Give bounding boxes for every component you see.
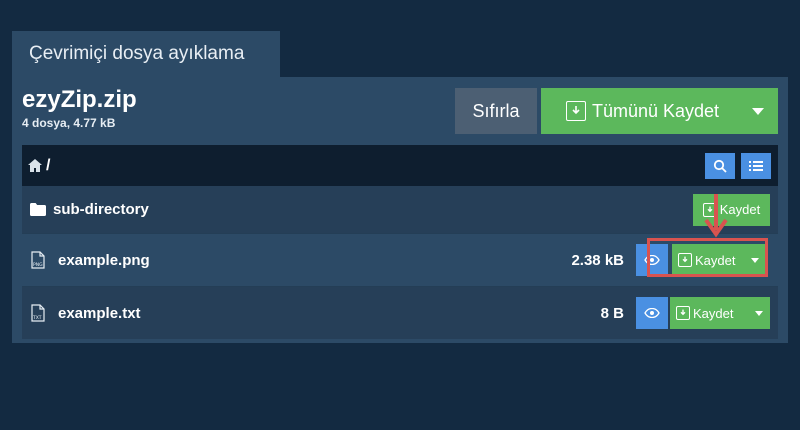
download-icon <box>702 202 717 217</box>
caret-down-icon <box>752 107 764 115</box>
download-icon <box>678 253 692 267</box>
archive-name: ezyZip.zip <box>22 86 137 113</box>
preview-button[interactable] <box>636 297 668 329</box>
save-file-button[interactable]: Kaydet <box>672 244 766 276</box>
search-button[interactable] <box>705 153 735 179</box>
save-label: Kaydet <box>719 202 761 217</box>
save-all-label: Tümünü Kaydet <box>591 100 720 121</box>
archive-meta: 4 dosya, 4.77 kB <box>22 116 116 130</box>
folder-icon <box>30 203 46 216</box>
png-file-icon: PNG <box>30 251 46 269</box>
eye-icon <box>644 255 660 265</box>
path-bar: / <box>22 145 778 186</box>
table-row[interactable]: PNG example.png 2.38 kB Kaydet <box>22 233 778 286</box>
list-view-button[interactable] <box>741 153 771 179</box>
save-label: Kaydet <box>695 252 736 268</box>
current-path: / <box>46 156 51 174</box>
save-all-dropdown[interactable] <box>738 107 778 115</box>
table-row[interactable]: TXT example.txt 8 B Kaydet <box>22 286 778 339</box>
caret-down-icon <box>755 310 763 316</box>
save-folder-button[interactable]: Kaydet <box>693 193 770 226</box>
save-label: Kaydet <box>693 305 734 321</box>
reset-button[interactable]: Sıfırla <box>455 88 537 134</box>
file-size: 8 B <box>600 304 624 322</box>
file-table: / sub-directory Kaydet PNG example.png 2… <box>22 145 778 339</box>
search-icon <box>713 159 727 173</box>
txt-file-icon: TXT <box>30 304 46 322</box>
download-icon <box>565 101 586 121</box>
svg-text:PNG: PNG <box>33 262 43 268</box>
page-tab: Çevrimiçi dosya ayıklama <box>12 31 280 77</box>
table-row[interactable]: sub-directory Kaydet <box>22 186 778 233</box>
row-name[interactable]: example.txt <box>58 305 141 322</box>
file-size: 2.38 kB <box>571 251 624 269</box>
eye-icon <box>644 308 660 318</box>
row-name[interactable]: example.png <box>58 252 150 269</box>
preview-button[interactable] <box>636 244 668 276</box>
list-icon <box>749 161 763 171</box>
archive-panel: ezyZip.zip 4 dosya, 4.77 kB Sıfırla Tümü… <box>12 77 788 343</box>
svg-text:TXT: TXT <box>32 315 42 321</box>
download-icon <box>676 306 690 320</box>
save-dropdown[interactable] <box>744 257 766 263</box>
save-all-button[interactable]: Tümünü Kaydet <box>541 88 778 134</box>
save-dropdown[interactable] <box>748 310 770 316</box>
caret-down-icon <box>751 257 759 263</box>
row-name[interactable]: sub-directory <box>53 201 149 218</box>
save-file-button[interactable]: Kaydet <box>670 297 770 329</box>
home-icon[interactable] <box>28 159 42 172</box>
